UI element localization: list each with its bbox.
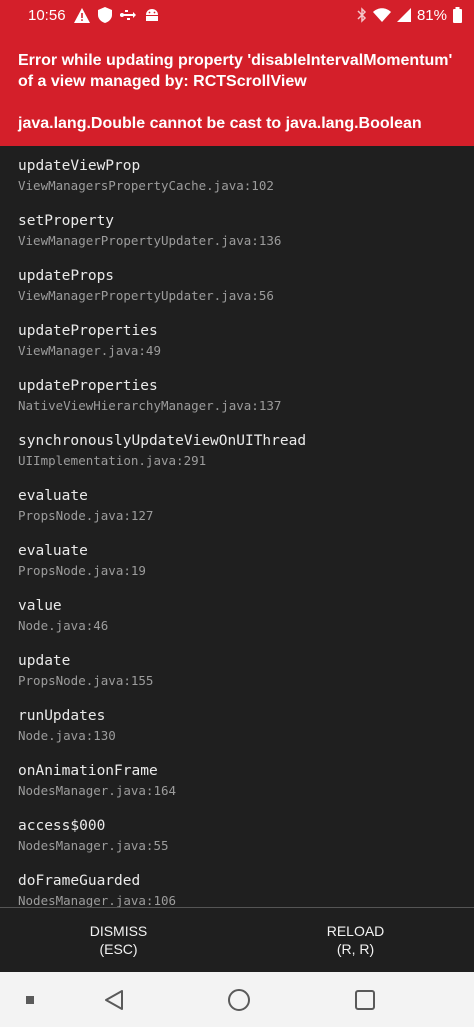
stack-frame[interactable]: updateProperties ViewManager.java:49 <box>18 321 458 369</box>
error-message: java.lang.Double cannot be cast to java.… <box>18 115 422 132</box>
frame-file: Node.java:130 <box>18 728 116 743</box>
stack-frame[interactable]: synchronouslyUpdateViewOnUIThread UIImpl… <box>18 431 458 479</box>
stack-frame[interactable]: onAnimationFrame NodesManager.java:164 <box>18 761 458 809</box>
frame-file: ViewManagersPropertyCache.java:102 <box>18 178 274 193</box>
status-bar: 10:56 81% <box>0 0 474 30</box>
frame-method: updateProps <box>18 268 115 284</box>
stack-frame[interactable]: evaluate PropsNode.java:19 <box>18 541 458 589</box>
frame-method: onAnimationFrame <box>18 763 158 779</box>
dismiss-button[interactable]: DISMISS (ESC) <box>0 908 237 972</box>
frame-file: NodesManager.java:55 <box>18 838 169 853</box>
stack-frame[interactable]: runUpdates Node.java:130 <box>18 706 458 754</box>
frame-file: ViewManagerPropertyUpdater.java:56 <box>18 288 274 303</box>
stack-frame[interactable]: doFrameGuarded NodesManager.java:106 <box>18 871 458 907</box>
frame-file: Node.java:46 <box>18 618 109 633</box>
home-icon[interactable] <box>219 972 259 1027</box>
frame-method: updateProperties <box>18 378 158 394</box>
android-debug-icon <box>144 8 160 22</box>
frame-file: PropsNode.java:155 <box>18 673 154 688</box>
overview-icon[interactable] <box>345 972 385 1027</box>
stack-frame[interactable]: access$000 NodesManager.java:55 <box>18 816 458 864</box>
status-time: 10:56 <box>28 6 66 24</box>
shield-icon <box>97 7 112 23</box>
frame-method: synchronouslyUpdateViewOnUIThread <box>18 433 307 449</box>
frame-file: NodesManager.java:106 <box>18 893 177 907</box>
frame-method: runUpdates <box>18 708 106 724</box>
error-header: Error while updating property 'disableIn… <box>0 30 474 146</box>
frame-file: ViewManagerPropertyUpdater.java:136 <box>18 233 282 248</box>
frame-method: evaluate <box>18 543 88 559</box>
back-icon[interactable] <box>94 972 134 1027</box>
stack-frame[interactable]: updateProps ViewManagerPropertyUpdater.j… <box>18 266 458 314</box>
frame-method: access$000 <box>18 818 106 834</box>
status-bar-right: 81% <box>357 7 462 24</box>
recents-dot-icon <box>20 972 40 1027</box>
stack-trace-list[interactable]: updateViewProp ViewManagersPropertyCache… <box>0 146 474 907</box>
warning-icon <box>73 7 90 23</box>
frame-file: PropsNode.java:19 <box>18 563 146 578</box>
reload-shortcut: (R, R) <box>336 941 375 957</box>
signal-icon <box>396 8 411 22</box>
status-bar-left: 10:56 <box>28 7 160 24</box>
reload-label: RELOAD <box>326 923 385 939</box>
frame-method: updateViewProp <box>18 158 141 174</box>
frame-method: doFrameGuarded <box>18 873 141 889</box>
stack-frame[interactable]: evaluate PropsNode.java:127 <box>18 486 458 534</box>
wifi-icon <box>372 8 391 22</box>
stack-frame[interactable]: setProperty ViewManagerPropertyUpdater.j… <box>18 211 458 259</box>
frame-method: evaluate <box>18 488 88 504</box>
reload-button[interactable]: RELOAD (R, R) <box>237 908 474 972</box>
bluetooth-icon <box>357 7 367 23</box>
frame-method: setProperty <box>18 213 115 229</box>
frame-file: NodesManager.java:164 <box>18 783 177 798</box>
battery-icon <box>453 7 462 23</box>
stack-frame[interactable]: value Node.java:46 <box>18 596 458 644</box>
battery-percent: 81% <box>416 6 447 24</box>
frame-method: value <box>18 598 62 614</box>
dismiss-label: DISMISS <box>89 923 148 939</box>
dismiss-shortcut: (ESC) <box>99 941 138 957</box>
frame-file: NativeViewHierarchyManager.java:137 <box>18 398 282 413</box>
redbox-button-bar: DISMISS (ESC) RELOAD (R, R) <box>0 907 474 972</box>
stack-frame[interactable]: updateViewProp ViewManagersPropertyCache… <box>18 156 458 204</box>
stack-frame[interactable]: update PropsNode.java:155 <box>18 651 458 699</box>
usb-icon <box>119 9 136 21</box>
frame-method: updateProperties <box>18 323 158 339</box>
frame-method: update <box>18 653 71 669</box>
frame-file: PropsNode.java:127 <box>18 508 154 523</box>
stack-frame[interactable]: updateProperties NativeViewHierarchyMana… <box>18 376 458 424</box>
frame-file: ViewManager.java:49 <box>18 343 161 358</box>
error-title: Error while updating property 'disableIn… <box>18 52 453 90</box>
frame-file: UIImplementation.java:291 <box>18 453 207 468</box>
navigation-bar <box>0 972 474 1027</box>
